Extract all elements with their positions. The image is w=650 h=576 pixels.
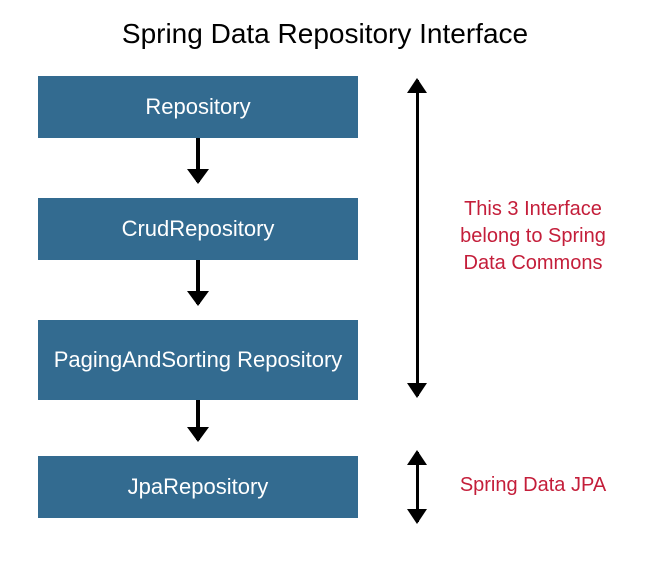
arrow-crud-to-paging (196, 260, 200, 304)
box-repository: Repository (38, 76, 358, 138)
annotation-commons: This 3 Interface belong to Spring Data C… (448, 196, 618, 277)
range-arrow-jpa (416, 452, 419, 522)
diagram-canvas: Repository CrudRepository PagingAndSorti… (0, 62, 650, 562)
arrow-repository-to-crud (196, 138, 200, 182)
range-arrow-commons (416, 80, 419, 396)
box-paging-sorting-repository: PagingAndSorting Repository (38, 320, 358, 400)
annotation-jpa: Spring Data JPA (448, 472, 618, 499)
box-crud-repository: CrudRepository (38, 198, 358, 260)
diagram-title: Spring Data Repository Interface (0, 0, 650, 62)
box-jpa-repository: JpaRepository (38, 456, 358, 518)
arrow-paging-to-jpa (196, 400, 200, 440)
